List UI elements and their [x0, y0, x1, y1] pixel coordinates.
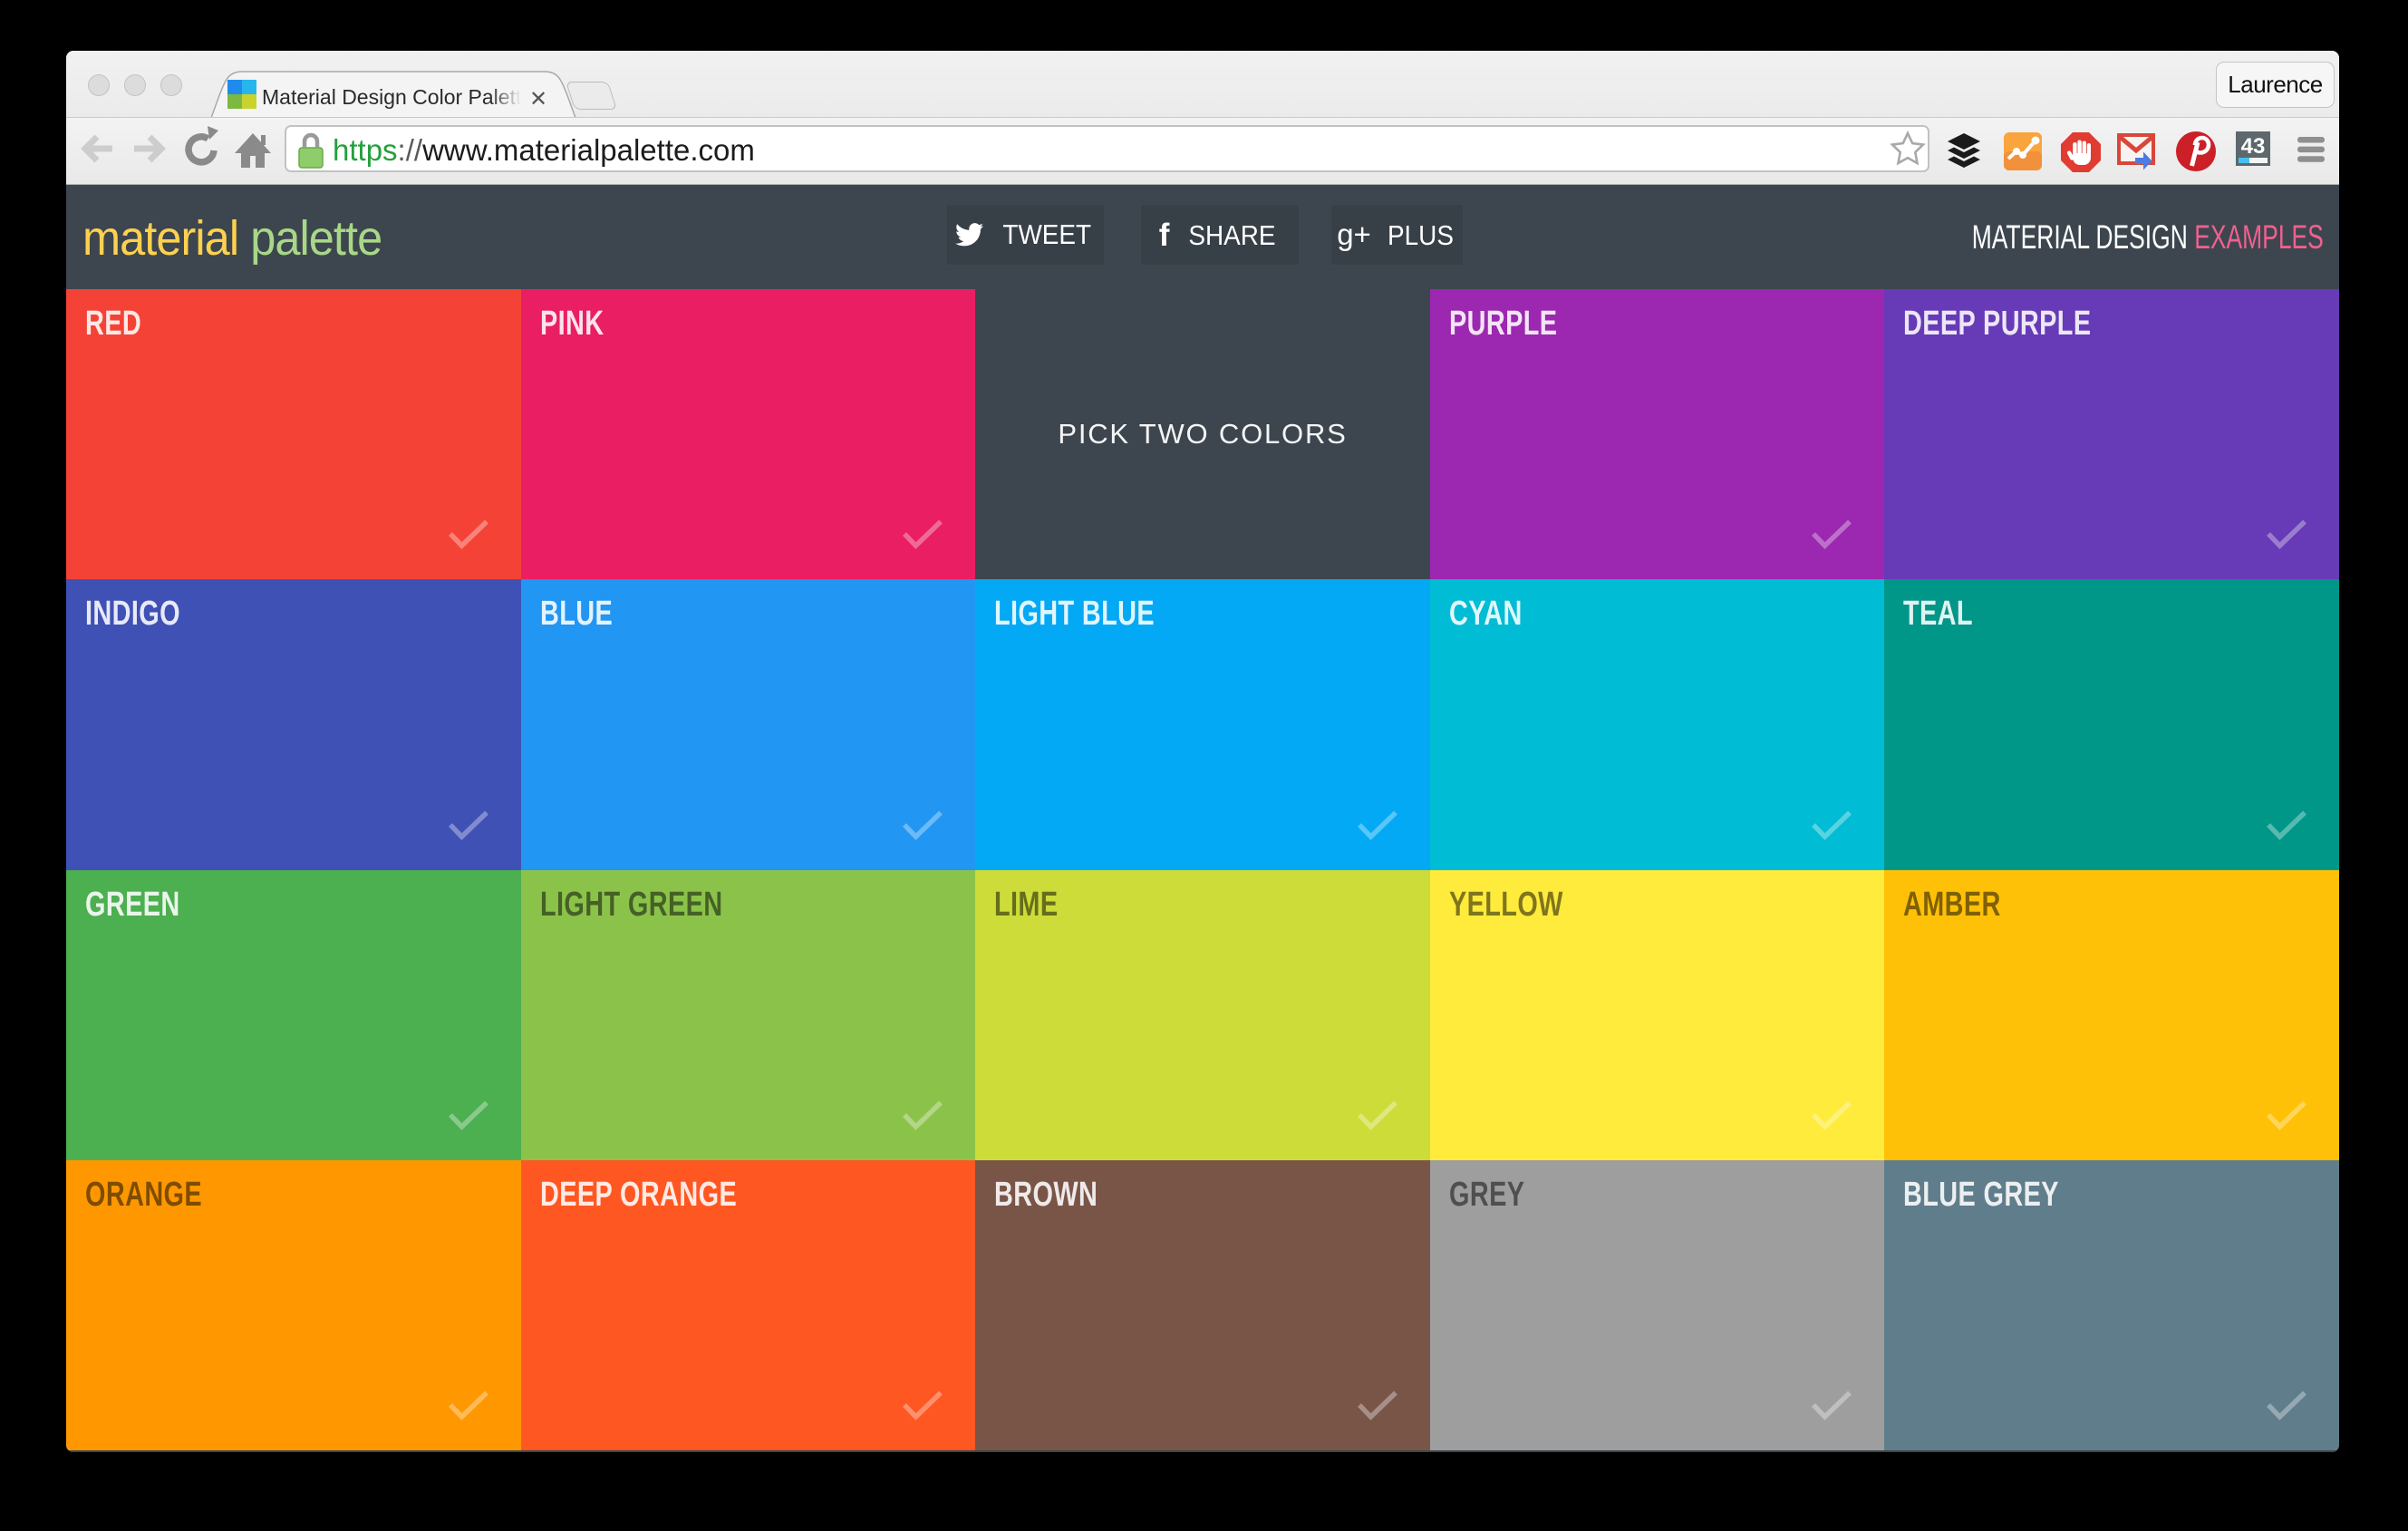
svg-text:43: 43 [2241, 134, 2266, 159]
